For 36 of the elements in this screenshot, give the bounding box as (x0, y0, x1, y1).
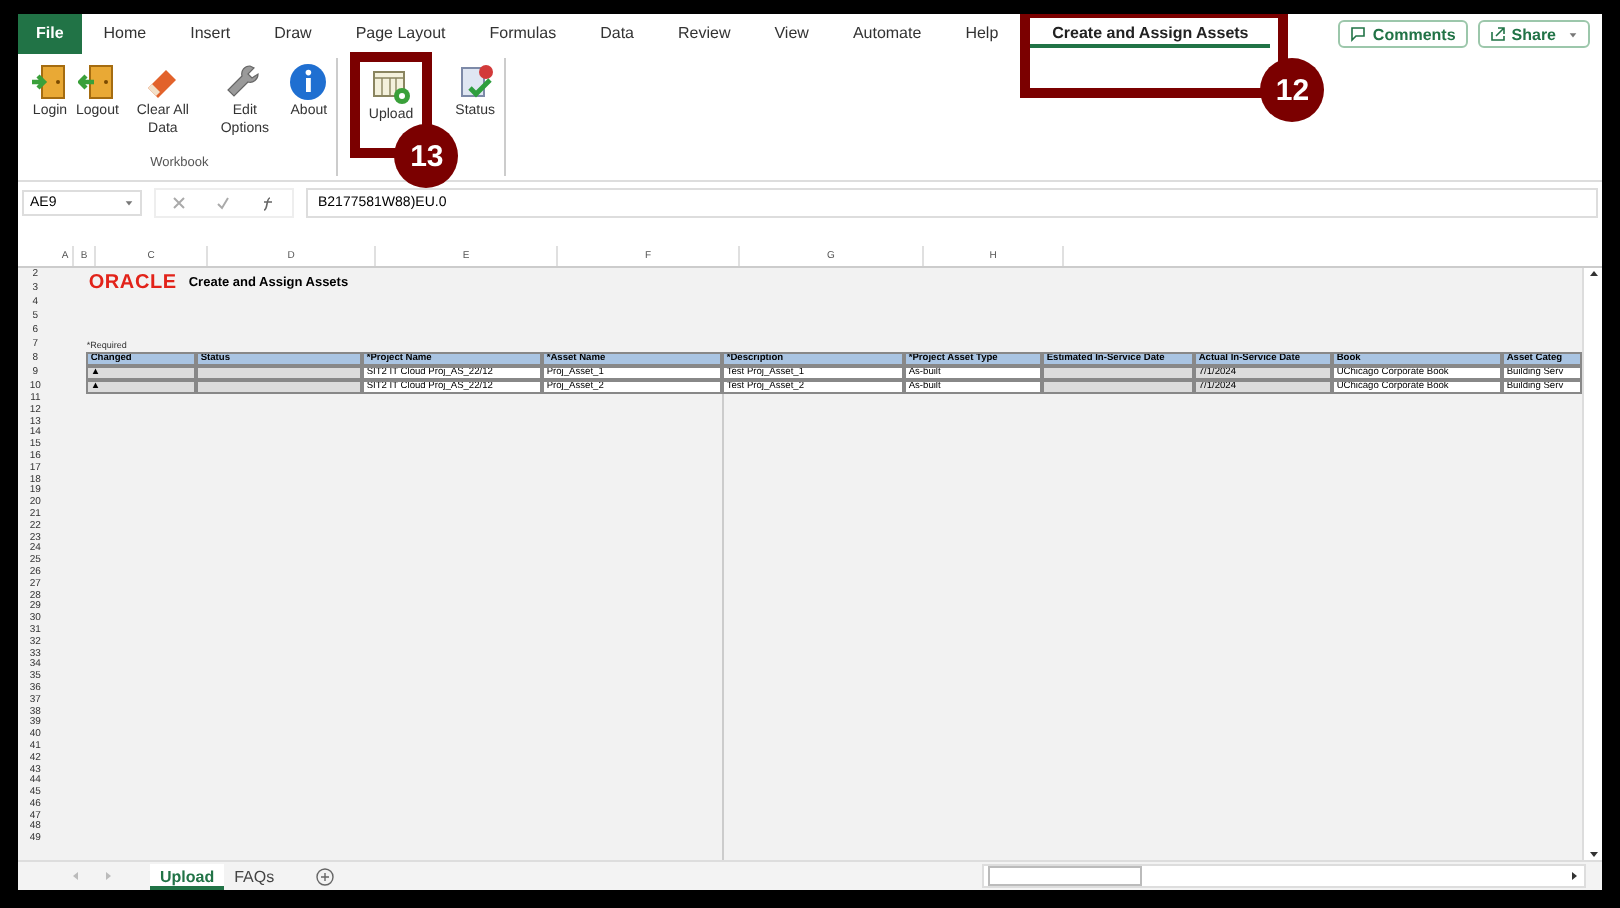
ribbon-tab[interactable]: Create and Assign Assets (1030, 20, 1271, 48)
ribbon-tab[interactable]: Draw (252, 20, 334, 48)
vertical-scrollbar[interactable] (1582, 268, 1602, 860)
ribbon-tab[interactable]: Insert (168, 20, 253, 48)
function-icon[interactable] (260, 195, 277, 211)
ribbon-tab[interactable]: Home (81, 20, 169, 48)
comments-button[interactable]: Comments (1338, 20, 1468, 48)
horizontal-scrollbar[interactable] (982, 864, 1586, 888)
door-icon (77, 62, 118, 102)
scroll-right-icon[interactable] (1568, 870, 1580, 882)
door-icon (30, 62, 70, 102)
ribbon-tab[interactable]: Data (578, 20, 656, 48)
check-icon[interactable] (215, 196, 230, 210)
ribbon-tab[interactable]: Automate (830, 20, 944, 48)
comment-icon (1350, 26, 1367, 42)
close-icon[interactable] (171, 196, 186, 210)
sheet-tab[interactable]: Upload (150, 863, 225, 889)
dropdown-icon[interactable] (124, 198, 134, 208)
document-check-icon (455, 62, 496, 102)
ribbon-tab[interactable]: View (752, 20, 831, 48)
wrench-icon (224, 62, 265, 102)
info-icon (288, 62, 329, 102)
file-tab[interactable]: File (18, 14, 82, 54)
ribbon-tab[interactable]: Page Layout (333, 20, 468, 48)
share-button[interactable]: Share (1477, 20, 1590, 48)
callout-number: 13 (394, 124, 459, 188)
ribbon-tab[interactable]: Review (656, 20, 753, 48)
add-sheet-icon[interactable] (316, 867, 335, 885)
callout-number: 12 (1260, 58, 1325, 122)
share-icon (1489, 26, 1506, 42)
logo: ORACLE (88, 271, 177, 293)
ribbon-tab[interactable]: Formulas (467, 20, 579, 48)
sheet-gear-icon (371, 66, 412, 106)
ribbon-tab[interactable]: Help (943, 20, 1021, 48)
caret-icon[interactable] (1568, 29, 1578, 39)
sheet-tab[interactable]: FAQs (224, 863, 285, 889)
